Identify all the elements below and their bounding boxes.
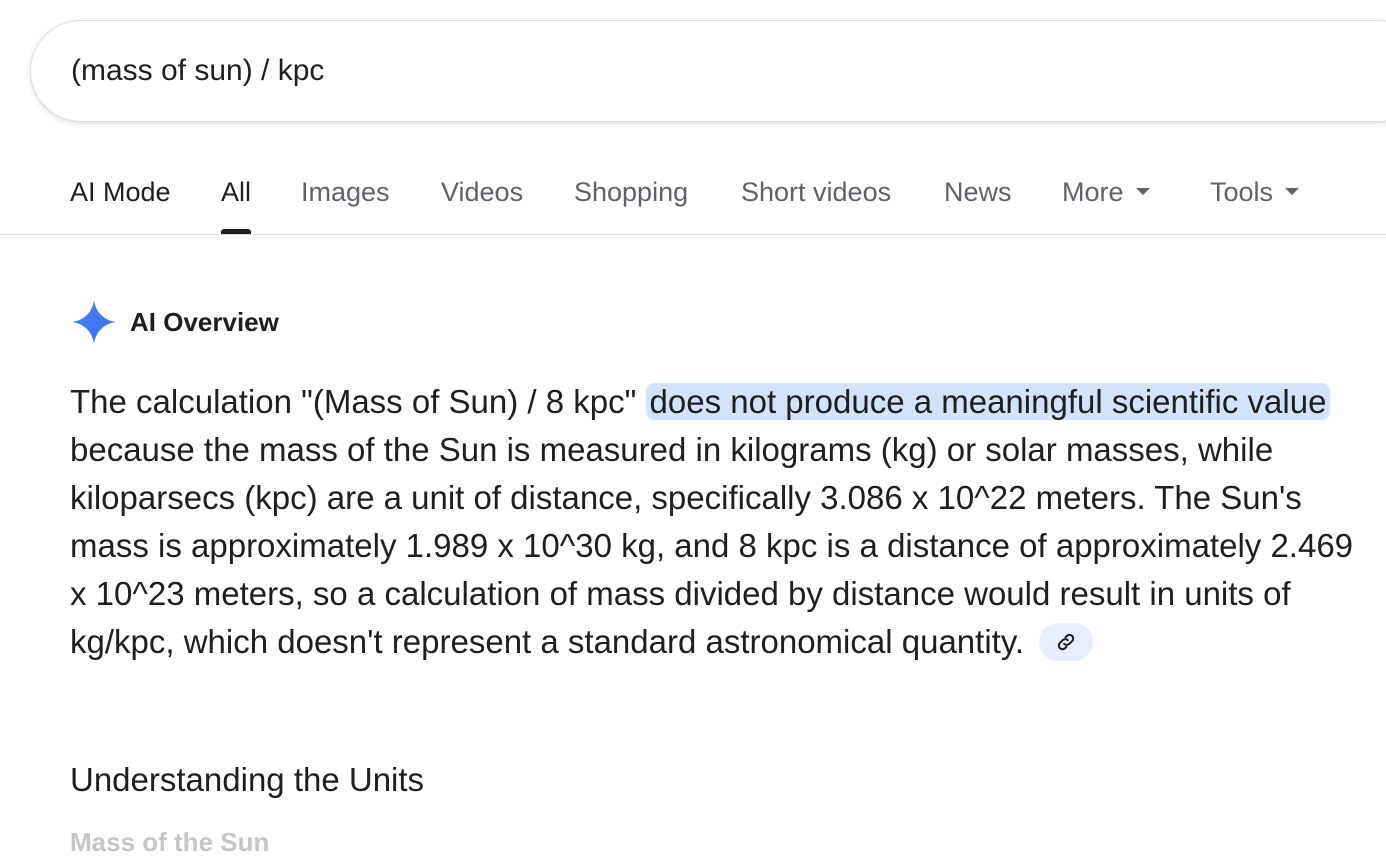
tab-news[interactable]: News [944, 150, 1012, 234]
sparkle-icon [72, 300, 116, 344]
search-input[interactable] [71, 21, 1271, 121]
tab-shopping[interactable]: Shopping [574, 150, 688, 234]
tab-all[interactable]: All [221, 150, 252, 234]
section-heading: Understanding the Units [70, 761, 425, 798]
tab-more-label: More [1062, 177, 1124, 207]
tab-more[interactable]: More [1062, 150, 1150, 234]
search-tabs: AI Mode All Images Videos Shopping Short… [0, 150, 1386, 235]
tab-ai-mode[interactable]: AI Mode [70, 150, 171, 234]
search-box[interactable] [30, 20, 1386, 122]
link-icon [1058, 634, 1075, 651]
caret-down-icon [1135, 188, 1150, 196]
tab-images[interactable]: Images [301, 150, 390, 234]
tab-tools[interactable]: Tools [1210, 150, 1300, 234]
ai-overview-title: AI Overview [130, 307, 279, 337]
tab-short-videos[interactable]: Short videos [741, 150, 891, 234]
tab-tools-label: Tools [1210, 177, 1274, 207]
overview-highlight[interactable]: does not produce a meaningful scientific… [645, 383, 1331, 420]
caret-down-icon [1285, 188, 1300, 196]
ai-overview-text: The calculation "(Mass of Sun) / 8 kpc" … [70, 378, 1360, 666]
tab-videos[interactable]: Videos [441, 150, 523, 234]
subsection-heading: Mass of the Sun [70, 827, 270, 857]
overview-text-start: The calculation "(Mass of Sun) / 8 kpc" [70, 383, 646, 420]
overview-text-end: because the mass of the Sun is measured … [70, 431, 1354, 660]
source-link-button[interactable] [1039, 623, 1094, 662]
